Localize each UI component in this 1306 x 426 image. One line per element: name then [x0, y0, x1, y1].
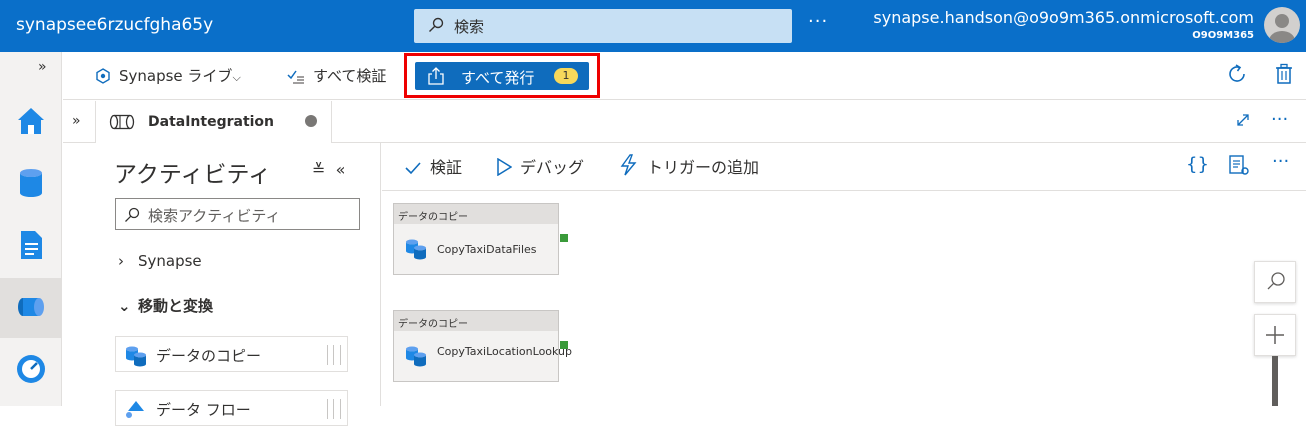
main-toolbar: Synapse ライブ⌵ すべて検証 すべて発行 1	[63, 52, 1306, 100]
tab-unsaved-container	[95, 101, 332, 143]
search-placeholder: 検索	[454, 18, 485, 36]
user-email: synapse.handson@o9o9m365.onmicrosoft.com	[873, 8, 1254, 27]
global-search-input[interactable]: 検索	[414, 9, 792, 43]
refresh-icon	[1229, 64, 1245, 82]
nav-integrate[interactable]	[0, 278, 62, 338]
success-output-port[interactable]	[560, 234, 568, 242]
properties-button[interactable]	[1228, 154, 1258, 177]
debug-label: デバッグ	[520, 158, 585, 177]
maximize-button[interactable]	[1235, 112, 1251, 132]
category-label: 移動と変換	[138, 297, 214, 315]
category-synapse[interactable]: › Synapse	[118, 252, 202, 270]
success-output-port[interactable]	[560, 341, 568, 349]
publish-highlight-box: すべて発行 1	[404, 53, 600, 98]
document-icon	[21, 231, 42, 259]
tab-strip: » DataIntegration ···	[63, 101, 1306, 143]
unsaved-indicator[interactable]	[305, 115, 317, 127]
chevron-right-icon: ›	[118, 252, 124, 270]
chevron-down-icon: ⌵	[232, 71, 241, 84]
zoom-slider[interactable]	[1272, 356, 1278, 406]
activity-copy-data[interactable]: データのコピー	[115, 336, 348, 372]
node-type-label: データのコピー	[394, 311, 558, 331]
trigger-lightning-icon	[620, 154, 637, 176]
pending-count-badge: 1	[554, 68, 578, 84]
synapse-live-dropdown[interactable]: Synapse ライブ⌵	[95, 65, 241, 86]
nav-monitor[interactable]	[0, 340, 62, 400]
collapse-activities-buttons[interactable]: ≚ «	[312, 160, 345, 179]
upload-icon	[427, 67, 445, 89]
publish-all-button[interactable]: すべて発行 1	[415, 62, 589, 90]
tab-more-button[interactable]: ···	[1271, 109, 1288, 130]
workspace-name[interactable]: synapsee6rzucfgha65y	[16, 15, 213, 35]
left-navigation: »	[0, 52, 62, 406]
copy-data-icon	[404, 238, 428, 264]
expand-resources-button[interactable]: »	[72, 113, 81, 129]
add-trigger-label: トリガーの追加	[647, 158, 760, 177]
category-move-transform[interactable]: ⌄ 移動と変換	[118, 295, 213, 316]
validate-all-label: すべて検証	[313, 67, 387, 85]
validate-label: 検証	[430, 158, 463, 177]
validate-button[interactable]: 検証	[404, 154, 462, 178]
code-view-button[interactable]: {}	[1186, 154, 1209, 175]
activity-data-flow[interactable]: データ フロー	[115, 390, 348, 426]
activity-label: データのコピー	[156, 347, 262, 365]
activity-label: データ フロー	[156, 401, 251, 419]
nav-data[interactable]	[0, 154, 62, 214]
nav-develop[interactable]	[0, 216, 62, 276]
user-tenant: O9O9M365	[1192, 30, 1254, 41]
publish-all-label: すべて発行	[461, 69, 535, 87]
refresh-button[interactable]	[1226, 63, 1248, 89]
pipeline-more-button[interactable]: ···	[1272, 151, 1289, 172]
add-trigger-button[interactable]: トリガーの追加	[619, 154, 759, 178]
properties-icon	[1229, 155, 1249, 175]
copy-data-icon	[124, 345, 148, 371]
search-icon	[1267, 272, 1285, 290]
plus-icon	[1266, 326, 1284, 344]
nav-home[interactable]	[0, 92, 62, 152]
pipeline-canvas[interactable]: データのコピー CopyTaxiDataFiles データのコピー CopyTa…	[382, 192, 1306, 406]
account-info[interactable]: synapse.handson@o9o9m365.onmicrosoft.com…	[873, 8, 1254, 41]
check-icon	[405, 162, 421, 175]
pipeline-toolbar: 検証 デバッグ トリガーの追加 {} ···	[382, 143, 1306, 191]
search-icon	[428, 17, 444, 37]
play-icon	[497, 157, 513, 177]
activities-panel: アクティビティ ≚ « 検索アクティビティ › Synapse ⌄ 移動と変換 デー…	[96, 143, 381, 426]
more-options-button[interactable]: ···	[808, 11, 828, 32]
activity-node[interactable]: データのコピー CopyTaxiLocationLookup	[393, 310, 573, 382]
debug-button[interactable]: デバッグ	[496, 154, 584, 178]
activities-search-input[interactable]: 検索アクティビティ	[115, 198, 360, 230]
expand-nav-button[interactable]: »	[38, 59, 47, 75]
node-name: CopyTaxiLocationLookup	[437, 345, 573, 358]
home-icon	[18, 108, 44, 134]
monitor-icon	[17, 355, 45, 383]
code-braces-icon: {}	[1186, 154, 1209, 175]
node-type-label: データのコピー	[394, 204, 558, 224]
activities-search-placeholder: 検索アクティビティ	[148, 207, 281, 225]
expand-diagonal-icon	[1237, 114, 1249, 126]
trash-icon	[1276, 63, 1292, 84]
activities-title: アクティビティ	[114, 162, 272, 188]
validate-all-button[interactable]: すべて検証	[287, 65, 386, 86]
synapse-icon	[96, 68, 110, 84]
data-flow-icon	[124, 399, 148, 425]
copy-data-icon	[404, 345, 428, 371]
collapse-all-icon[interactable]: ≚	[312, 160, 325, 179]
node-name: CopyTaxiDataFiles	[437, 243, 537, 256]
canvas-search-button[interactable]	[1254, 261, 1296, 303]
activity-node[interactable]: データのコピー CopyTaxiDataFiles	[393, 203, 568, 275]
pipeline-icon	[18, 298, 44, 316]
category-label: Synapse	[138, 252, 202, 270]
avatar[interactable]	[1264, 7, 1300, 43]
collapse-panel-icon[interactable]: «	[336, 160, 346, 179]
top-bar: synapsee6rzucfgha65y 検索 ··· synapse.hand…	[0, 0, 1306, 52]
chevron-down-icon: ⌄	[118, 297, 131, 315]
drag-handle[interactable]	[327, 345, 341, 365]
validate-list-icon	[287, 70, 304, 84]
synapse-live-label: Synapse ライブ	[119, 67, 233, 85]
search-icon	[124, 207, 140, 227]
database-icon	[20, 169, 42, 197]
drag-handle[interactable]	[327, 399, 341, 419]
zoom-in-button[interactable]	[1254, 314, 1296, 356]
discard-all-button[interactable]	[1273, 63, 1295, 89]
